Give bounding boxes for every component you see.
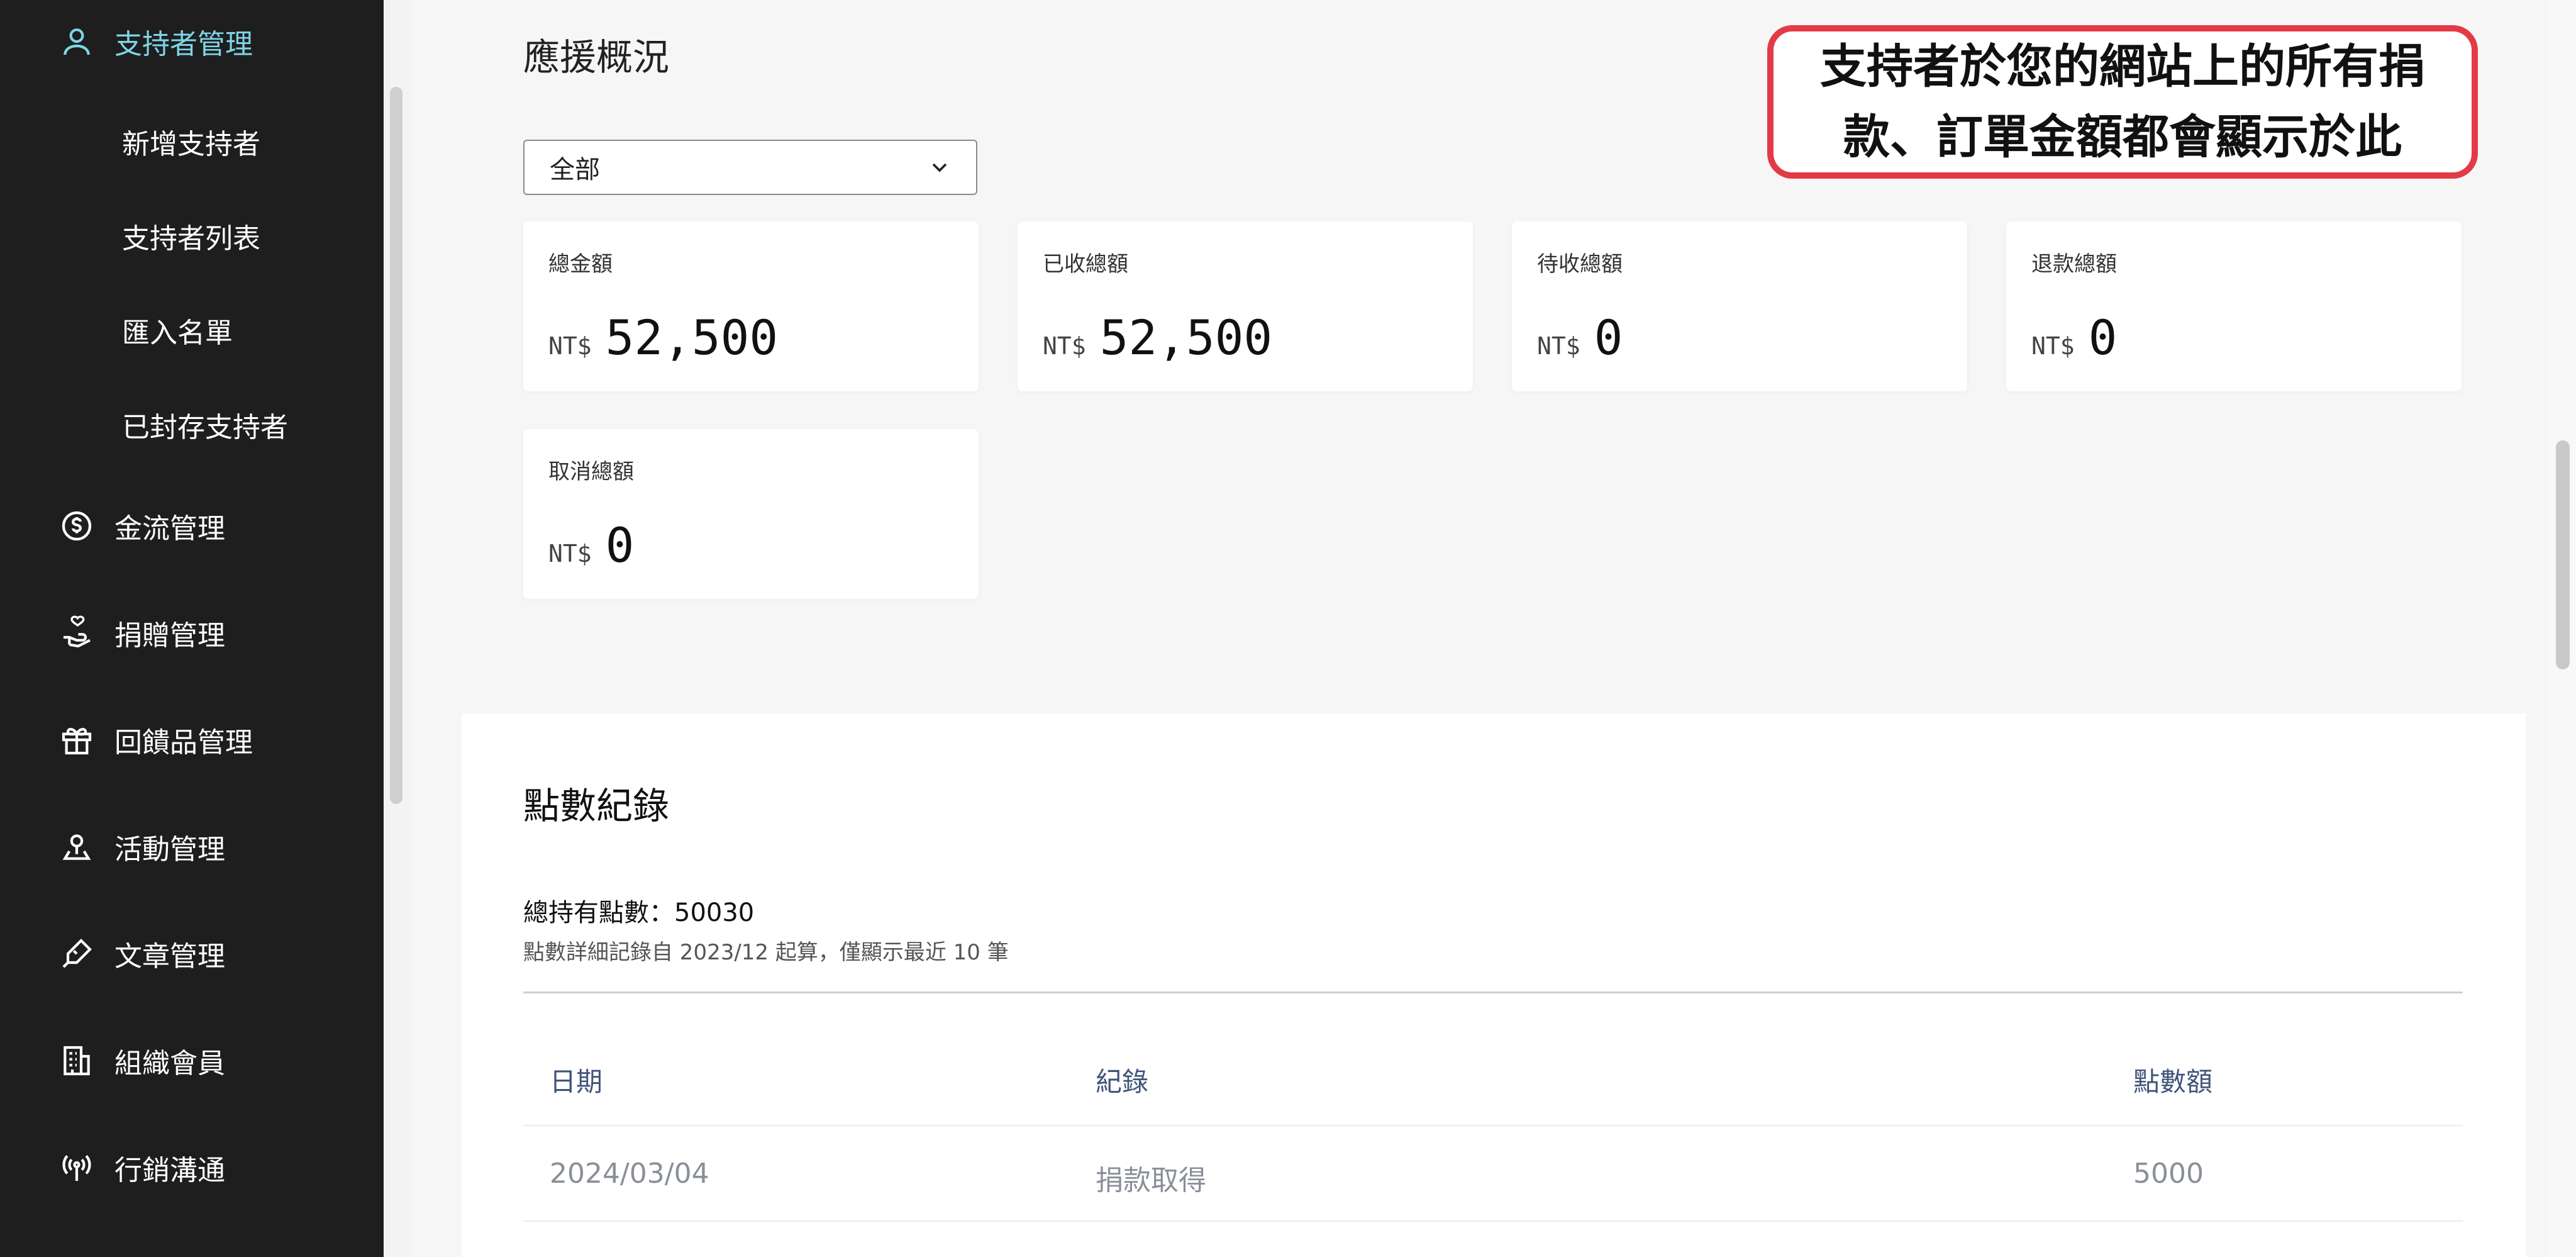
sidebar-subitem-archived-supporters[interactable]: 已封存支持者	[122, 403, 288, 447]
card-label: 取消總額	[548, 459, 634, 484]
points-divider	[523, 992, 2463, 993]
amount-value: 0	[1594, 310, 1623, 366]
annotation-callout: 支持者於您的網站上的所有捐 款、訂單金額都會顯示於此	[1767, 25, 2478, 179]
pen-icon	[58, 935, 96, 973]
sidebar-subitem-import-list[interactable]: 匯入名單	[122, 308, 233, 352]
cancelled-amount-card: 取消總額 NT$ 0	[523, 429, 979, 599]
card-amount: NT$ 52,500	[1043, 310, 1272, 366]
hand-heart-icon	[58, 614, 96, 652]
sidebar-item-marketing[interactable]: 行銷溝通	[58, 1142, 225, 1193]
sidebar-item-label: 文章管理	[114, 941, 225, 973]
points-title: 點數紀錄	[523, 785, 670, 827]
received-amount-card: 已收總額 NT$ 52,500	[1018, 221, 1473, 391]
gift-icon	[58, 721, 96, 759]
sidebar-item-label: 組織會員	[114, 1048, 225, 1080]
sidebar-subitem-add-supporter[interactable]: 新增支持者	[122, 120, 260, 164]
building-icon	[58, 1042, 96, 1080]
sidebar-item-label: 活動管理	[114, 834, 225, 866]
currency-label: NT$	[2031, 332, 2075, 360]
sidebar-item-label: 行銷溝通	[114, 1154, 225, 1187]
points-note: 點數詳細記錄自 2023/12 起算，僅顯示最近 10 筆	[523, 940, 1009, 965]
pending-amount-card: 待收總額 NT$ 0	[1512, 221, 1967, 391]
card-amount: NT$ 52,500	[548, 310, 778, 366]
location-pin-icon	[58, 828, 96, 866]
column-header-amount: 點數額	[2133, 1066, 2213, 1097]
refund-amount-card: 退款總額 NT$ 0	[2006, 221, 2462, 391]
user-icon	[58, 23, 96, 60]
sidebar-item-articles[interactable]: 文章管理	[58, 929, 225, 979]
sidebar-item-supporters[interactable]: 支持者管理	[58, 16, 253, 67]
broadcast-icon	[58, 1149, 96, 1187]
row-date: 2024/03/04	[550, 1158, 709, 1190]
sidebar-item-label: 捐贈管理	[114, 620, 225, 652]
total-amount-card: 總金額 NT$ 52,500	[523, 221, 979, 391]
sidebar-item-events[interactable]: 活動管理	[58, 822, 225, 872]
currency-label: NT$	[1043, 332, 1086, 360]
chevron-down-icon	[932, 163, 947, 172]
row-amount: 5000	[2133, 1158, 2204, 1190]
filter-selected-value: 全部	[550, 155, 600, 184]
card-label: 退款總額	[2031, 252, 2117, 277]
dollar-circle-icon	[58, 507, 96, 545]
amount-value: 0	[2088, 310, 2118, 366]
overview-title: 應援概況	[523, 36, 670, 79]
points-total: 總持有點數：50030	[523, 898, 755, 927]
card-label: 待收總額	[1537, 252, 1623, 277]
points-record-panel: 點數紀錄 總持有點數：50030 點數詳細記錄自 2023/12 起算，僅顯示最…	[462, 713, 2526, 1257]
column-header-record: 紀錄	[1096, 1066, 1149, 1097]
row-record: 捐款取得	[1096, 1165, 1206, 1197]
main-scrollbar-thumb[interactable]	[2556, 440, 2570, 669]
sidebar-item-label: 金流管理	[114, 513, 225, 545]
card-label: 總金額	[548, 252, 613, 277]
card-amount: NT$ 0	[2031, 310, 2117, 366]
currency-label: NT$	[548, 332, 592, 360]
sidebar: 支持者管理 新增支持者 支持者列表 匯入名單 已封存支持者 金流管理 捐贈管理 …	[0, 0, 384, 1257]
card-label: 已收總額	[1043, 252, 1128, 277]
callout-line-2: 款、訂單金額都會顯示於此	[1843, 110, 2402, 164]
callout-line-1: 支持者於您的網站上的所有捐	[1820, 40, 2425, 94]
currency-label: NT$	[548, 540, 592, 567]
sidebar-item-payments[interactable]: 金流管理	[58, 501, 225, 551]
overview-filter-select[interactable]: 全部	[523, 140, 977, 195]
sidebar-subitem-supporter-list[interactable]: 支持者列表	[122, 214, 260, 258]
column-header-date: 日期	[550, 1066, 603, 1097]
table-row-divider	[523, 1221, 2463, 1222]
sidebar-item-org-members[interactable]: 組織會員	[58, 1036, 225, 1086]
currency-label: NT$	[1537, 332, 1580, 360]
sidebar-item-rewards[interactable]: 回饋品管理	[58, 715, 253, 765]
card-amount: NT$ 0	[1537, 310, 1623, 366]
amount-value: 0	[605, 517, 635, 573]
sidebar-item-donations[interactable]: 捐贈管理	[58, 608, 225, 658]
amount-value: 52,500	[605, 310, 779, 366]
card-amount: NT$ 0	[548, 517, 634, 573]
table-row-divider	[523, 1125, 2463, 1126]
amount-value: 52,500	[1099, 310, 1273, 366]
sidebar-scrollbar-thumb[interactable]	[390, 87, 402, 804]
sidebar-item-label: 回饋品管理	[114, 727, 253, 759]
sidebar-item-label: 支持者管理	[114, 28, 253, 60]
